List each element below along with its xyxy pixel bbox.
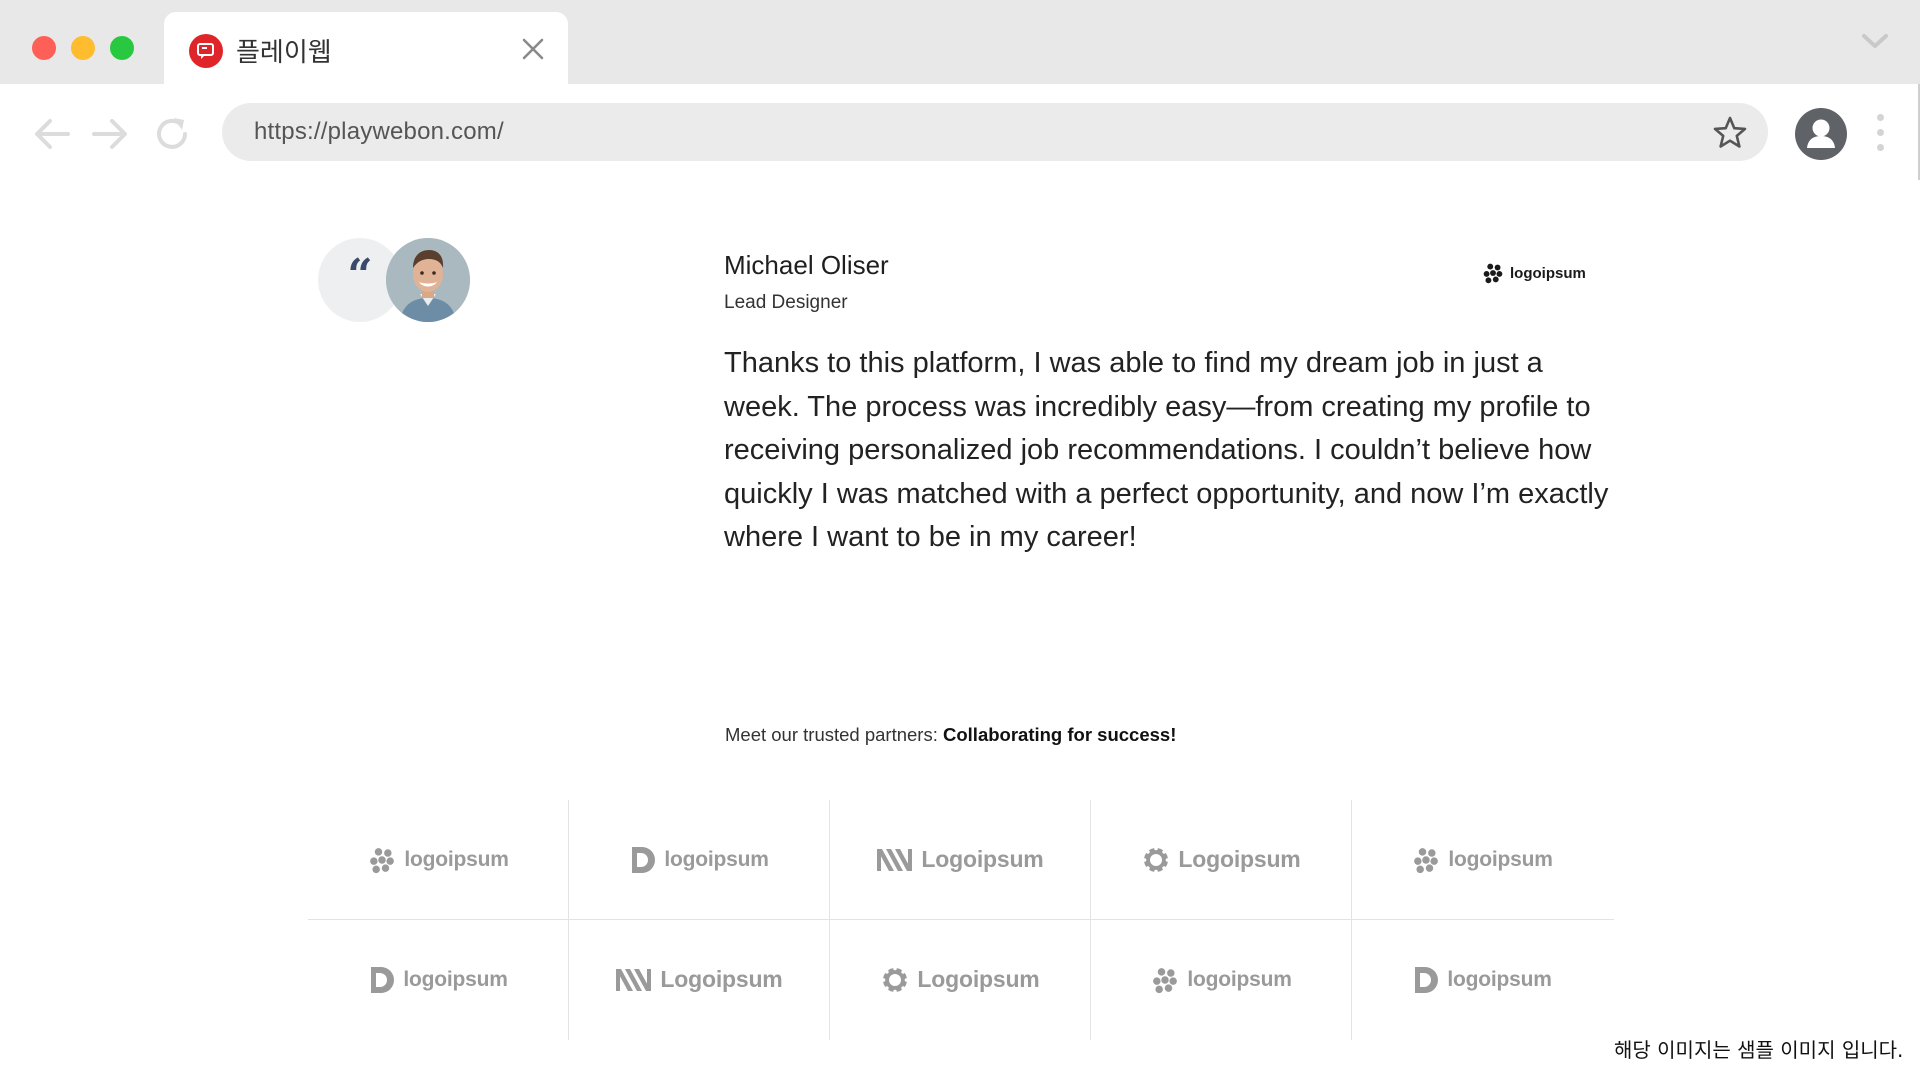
company-logo-text: logoipsum xyxy=(1510,264,1586,282)
gear-logo-icon xyxy=(882,966,909,993)
partners-intro: Meet our trusted partners: xyxy=(725,724,943,745)
star-icon[interactable] xyxy=(1712,115,1748,151)
address-bar[interactable]: https://playwebon.com/ xyxy=(222,103,1768,161)
partner-logo-text: Logoipsum xyxy=(917,966,1040,992)
sample-image-note: 해당 이미지는 샘플 이미지 입니다. xyxy=(1614,1038,1904,1062)
clover-logo-icon xyxy=(1153,967,1178,993)
active-tab[interactable]: 플레이웹 xyxy=(164,12,568,84)
person-name: Michael Oliser xyxy=(724,250,889,280)
arrow-right-icon[interactable] xyxy=(88,112,132,156)
partners-intro-bold: Collaborating for success! xyxy=(943,724,1177,745)
partner-logo-text: logoipsum xyxy=(1448,847,1553,871)
tab-title: 플레이웹 xyxy=(236,38,332,68)
partner-logo[interactable]: logoipsum xyxy=(1091,920,1352,1039)
partner-logo[interactable]: Logoipsum xyxy=(830,800,1091,919)
stripes-logo-icon xyxy=(616,968,652,991)
partner-logo-text: logoipsum xyxy=(404,847,509,871)
company-logo: logoipsum xyxy=(1482,262,1586,284)
partner-logo-text: logoipsum xyxy=(1187,967,1292,991)
person-role: Lead Designer xyxy=(724,292,848,313)
gear-logo-icon xyxy=(1143,846,1170,873)
partner-logo-text: Logoipsum xyxy=(1178,846,1301,872)
url-text[interactable]: https://playwebon.com/ xyxy=(254,118,504,146)
tab-bar: 플레이웹 xyxy=(0,0,1920,84)
more-vertical-icon[interactable] xyxy=(1874,114,1886,154)
reload-icon[interactable] xyxy=(150,112,194,156)
d-shape-logo-icon xyxy=(371,966,395,993)
playwebon-logo-icon xyxy=(189,34,223,68)
testimonial-text: Thanks to this platform, I was able to f… xyxy=(724,347,1609,554)
partner-logo[interactable]: Logoipsum xyxy=(1091,800,1352,919)
chevron-down-icon[interactable] xyxy=(1860,30,1890,54)
d-shape-logo-icon xyxy=(1415,966,1439,993)
avatar xyxy=(386,238,470,322)
partner-logo[interactable]: logoipsum xyxy=(308,800,569,919)
clover-logo-icon xyxy=(1483,263,1503,284)
close-icon[interactable] xyxy=(518,34,548,64)
partner-logo[interactable]: logoipsum xyxy=(1352,800,1613,919)
stripes-logo-icon xyxy=(877,848,913,871)
partners-heading: Meet our trusted partners: Collaborating… xyxy=(725,724,1176,746)
user-avatar-icon[interactable] xyxy=(1795,108,1847,160)
partner-logo-grid: logoipsum logoipsum Logoipsum Logoipsum … xyxy=(308,800,1614,1040)
partner-logo-text: logoipsum xyxy=(664,847,769,871)
partner-logo-text: logoipsum xyxy=(1447,967,1552,991)
arrow-left-icon[interactable] xyxy=(30,112,74,156)
partner-logo[interactable]: logoipsum xyxy=(308,920,569,1039)
browser-toolbar: https://playwebon.com/ xyxy=(0,84,1920,184)
window-maximize-button[interactable] xyxy=(110,36,134,60)
clover-logo-icon xyxy=(370,847,395,873)
partner-logo-text: logoipsum xyxy=(403,967,508,991)
partner-logo[interactable]: Logoipsum xyxy=(569,920,830,1039)
partner-logo-text: Logoipsum xyxy=(660,966,783,992)
partner-logo[interactable]: logoipsum xyxy=(569,800,830,919)
window-minimize-button[interactable] xyxy=(71,36,95,60)
d-shape-logo-icon xyxy=(632,846,656,873)
partner-logo-text: Logoipsum xyxy=(921,846,1044,872)
partner-logo[interactable]: logoipsum xyxy=(1352,920,1613,1039)
partner-logo[interactable]: Logoipsum xyxy=(830,920,1091,1039)
window-close-button[interactable] xyxy=(32,36,56,60)
clover-logo-icon xyxy=(1414,847,1439,873)
